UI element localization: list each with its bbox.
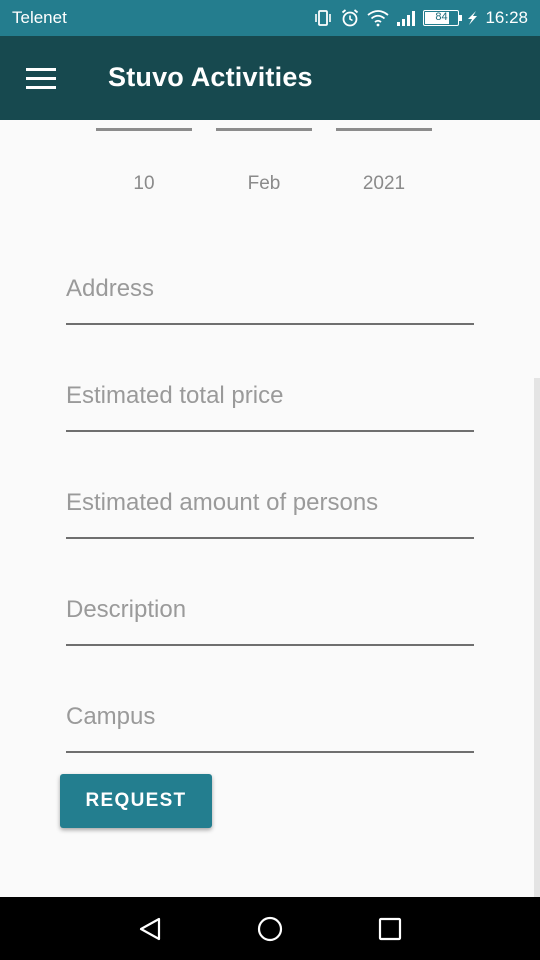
request-button[interactable]: REQUEST — [60, 774, 212, 828]
carrier-name: Telenet — [12, 8, 67, 27]
app-title: Stuvo Activities — [108, 62, 313, 92]
battery-icon: 84 — [423, 10, 463, 26]
estimated-price-underline — [66, 430, 474, 432]
recents-icon[interactable] — [372, 911, 408, 947]
estimated-price-placeholder: Estimated total price — [66, 382, 284, 409]
charging-icon — [466, 10, 478, 26]
date-month-value: Feb — [247, 173, 281, 194]
date-day-picker[interactable]: 10 — [96, 120, 192, 210]
navigation-bar — [0, 897, 540, 960]
vibrate-icon — [313, 9, 333, 27]
campus-field[interactable]: Campus — [66, 703, 474, 753]
estimated-persons-underline — [66, 537, 474, 539]
app-bar: Stuvo Activities — [0, 36, 540, 120]
back-icon[interactable] — [132, 911, 168, 947]
date-year-value: 2021 — [362, 173, 406, 194]
date-year-picker[interactable]: 2021 — [336, 120, 432, 210]
campus-placeholder: Campus — [66, 703, 156, 730]
estimated-price-field[interactable]: Estimated total price — [66, 382, 474, 432]
home-icon[interactable] — [252, 911, 288, 947]
hamburger-menu-icon[interactable] — [16, 56, 68, 100]
status-icons: 84 16:28 — [313, 6, 528, 30]
description-field[interactable]: Description — [66, 596, 474, 646]
form-content[interactable]: 10 Feb 2021 Address Estimated total pric… — [0, 120, 540, 897]
description-underline — [66, 644, 474, 646]
estimated-persons-field[interactable]: Estimated amount of persons — [66, 489, 474, 539]
address-underline — [66, 323, 474, 325]
address-placeholder: Address — [66, 275, 155, 302]
signal-icon — [396, 10, 416, 26]
battery-level: 84 — [435, 11, 448, 23]
campus-underline — [66, 751, 474, 753]
scrollbar[interactable] — [534, 378, 540, 897]
description-placeholder: Description — [66, 596, 187, 623]
clock: 16:28 — [485, 8, 528, 27]
date-year-underline — [336, 128, 432, 131]
date-day-value: 10 — [133, 173, 155, 194]
alarm-icon — [340, 8, 360, 28]
estimated-persons-placeholder: Estimated amount of persons — [66, 489, 379, 516]
status-bar: Telenet 84 16:28 — [0, 0, 540, 36]
address-field[interactable]: Address — [66, 275, 474, 325]
date-month-underline — [216, 128, 312, 131]
wifi-icon — [367, 9, 390, 27]
date-month-picker[interactable]: Feb — [216, 120, 312, 210]
date-day-underline — [96, 128, 192, 131]
